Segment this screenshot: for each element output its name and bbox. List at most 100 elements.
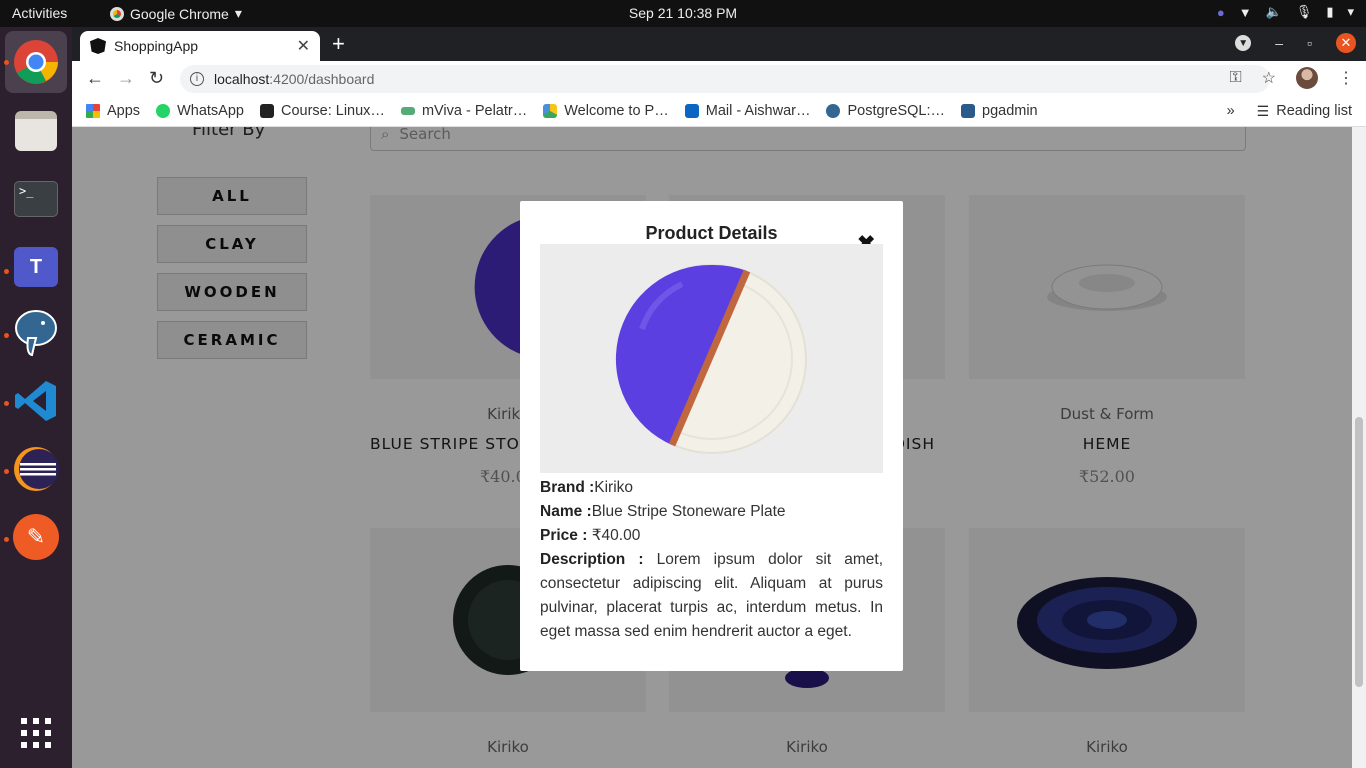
dock-running-indicator [4, 60, 9, 65]
close-window-icon[interactable]: ✕ [1336, 33, 1356, 53]
url-host: localhost [214, 71, 270, 87]
app-menu-label: Google Chrome [130, 5, 229, 22]
teams-tray-icon[interactable]: ● [1217, 5, 1225, 20]
key-icon[interactable]: ⚿ [1229, 69, 1241, 87]
reading-list-icon: ☰ [1256, 102, 1270, 119]
files-icon [15, 111, 57, 151]
dock-postman[interactable]: ✎ [12, 513, 60, 561]
bookmark-label: WhatsApp [177, 103, 244, 119]
caret-down-icon: ▾ [234, 5, 242, 21]
site-info-icon[interactable]: i [190, 72, 204, 86]
bookmark-label: Welcome to P… [564, 103, 669, 119]
dock-running-indicator [4, 333, 9, 338]
more-bookmarks-button[interactable]: » [1227, 103, 1235, 119]
wifi-icon[interactable]: ▼ [1239, 5, 1252, 20]
system-top-bar: Activities Google Chrome ▾ Sep 21 10:38 … [0, 0, 1366, 27]
reading-list-button[interactable]: ☰ Reading list [1257, 103, 1352, 120]
bookmarks-bar: Apps WhatsApp Course: Linux… mViva - Pel… [72, 96, 1366, 127]
brand-value: Kiriko [594, 479, 634, 496]
detail-description-row: Description : Lorem ipsum dolor sit amet… [540, 548, 883, 644]
show-applications-button[interactable] [12, 709, 60, 757]
page-scrollbar[interactable] [1352, 127, 1366, 768]
teams-icon: T [14, 247, 58, 287]
detail-price-row: Price : ₹40.00 [540, 524, 883, 548]
bookmark-whatsapp[interactable]: WhatsApp [156, 103, 244, 119]
outlook-icon [684, 104, 699, 118]
close-tab-icon[interactable]: ✕ [297, 36, 310, 56]
dock-teams[interactable]: T [12, 243, 60, 291]
reload-icon[interactable]: ↻ [149, 68, 164, 89]
postgresql-elephant-icon [15, 310, 57, 357]
dock-running-indicator [4, 269, 9, 274]
dock-chrome[interactable] [5, 31, 67, 93]
tab-title: ShoppingApp [114, 38, 199, 54]
back-icon[interactable]: ← [86, 68, 104, 89]
name-label: Name : [540, 503, 592, 520]
dock-vscode[interactable] [12, 377, 60, 425]
bookmark-label: PostgreSQL:… [847, 103, 945, 119]
dock-eclipse[interactable] [12, 445, 60, 493]
dock: >_ T ✎ [0, 27, 72, 768]
bookmarks-bar-right: » ☰ Reading list [1227, 103, 1352, 120]
tab-search-icon[interactable]: ▼ [1235, 35, 1252, 51]
bookmark-apps[interactable]: Apps [86, 103, 140, 119]
system-menu-icon[interactable]: ▾ [1347, 4, 1354, 20]
brand-label: Brand : [540, 479, 595, 496]
volume-icon[interactable]: 🔈 [1266, 4, 1282, 20]
postman-icon: ✎ [13, 514, 59, 560]
activities-button[interactable]: Activities [12, 5, 67, 21]
toolbar-actions: ⚿ ☆ ⋮ [1229, 67, 1354, 89]
blue-stripe-plate-image [615, 263, 807, 454]
bookmark-course-linux[interactable]: Course: Linux… [259, 103, 385, 119]
bookmark-star-icon[interactable]: ☆ [1262, 68, 1276, 88]
product-detail-image [540, 244, 883, 473]
bookmark-postgresql[interactable]: PostgreSQL:… [826, 103, 945, 119]
terminal-icon: >_ [14, 181, 58, 217]
pinwheel-icon [543, 104, 558, 118]
whatsapp-icon [156, 104, 171, 118]
bookmark-mviva[interactable]: mViva - Pelatr… [400, 103, 527, 119]
forward-icon[interactable]: → [117, 68, 135, 89]
battery-icon[interactable]: ▮ [1326, 4, 1333, 20]
app-menu[interactable]: Google Chrome ▾ [110, 5, 242, 22]
tab-strip: ShoppingApp ✕ + ▼ – ▫ ✕ [72, 27, 1366, 61]
bookmark-label: Course: Linux… [280, 103, 385, 119]
pgadmin-icon [961, 104, 975, 118]
price-value: ₹40.00 [587, 527, 641, 544]
maximize-icon[interactable]: ▫ [1307, 35, 1312, 51]
scrollbar-thumb[interactable] [1355, 417, 1363, 687]
dock-pgadmin[interactable] [12, 309, 60, 357]
address-bar[interactable]: i localhost:4200/dashboard [180, 65, 1270, 93]
detail-name-row: Name :Blue Stripe Stoneware Plate [540, 500, 883, 524]
new-tab-button[interactable]: + [332, 33, 345, 55]
bookmark-welcome[interactable]: Welcome to P… [543, 103, 669, 119]
bookmark-label: Apps [107, 103, 141, 119]
vscode-icon [15, 381, 56, 421]
apps-grid-icon [86, 104, 100, 118]
lightning-icon [259, 104, 274, 118]
chrome-menu-icon[interactable]: ⋮ [1338, 68, 1354, 88]
microphone-icon[interactable]: 🎙 [1296, 4, 1313, 20]
profile-avatar[interactable] [1296, 67, 1318, 89]
mviva-icon [400, 107, 415, 115]
dock-files[interactable] [12, 107, 60, 155]
reading-list-label: Reading list [1276, 103, 1352, 119]
dock-running-indicator [4, 401, 9, 406]
system-tray[interactable]: ● ▼ 🔈 🎙 ▮ ▾ [1217, 4, 1354, 20]
eclipse-icon [14, 447, 59, 491]
bookmark-mail[interactable]: Mail - Aishwar… [684, 103, 811, 119]
detail-brand-row: Brand :Kiriko [540, 476, 883, 500]
bookmark-pgadmin[interactable]: pgadmin [961, 103, 1038, 119]
dock-terminal[interactable]: >_ [12, 175, 60, 223]
dashboard-page: Filter By ⌕ Search ALL CLAY WOODEN CERAM… [72, 127, 1352, 768]
bookmark-label: Mail - Aishwar… [705, 103, 811, 119]
minimize-icon[interactable]: – [1275, 35, 1283, 51]
angular-icon [90, 38, 106, 54]
description-label: Description : [540, 551, 644, 568]
tab-shoppingapp[interactable]: ShoppingApp ✕ [80, 31, 320, 61]
product-details-modal: Product Details ✖ Brand :Kiriko Name :Bl… [520, 201, 903, 671]
modal-title: Product Details [645, 223, 778, 243]
bookmark-label: pgadmin [982, 103, 1038, 119]
url-path: :4200/dashboard [269, 71, 375, 87]
window-controls: ▼ – ▫ ✕ [1235, 33, 1356, 53]
